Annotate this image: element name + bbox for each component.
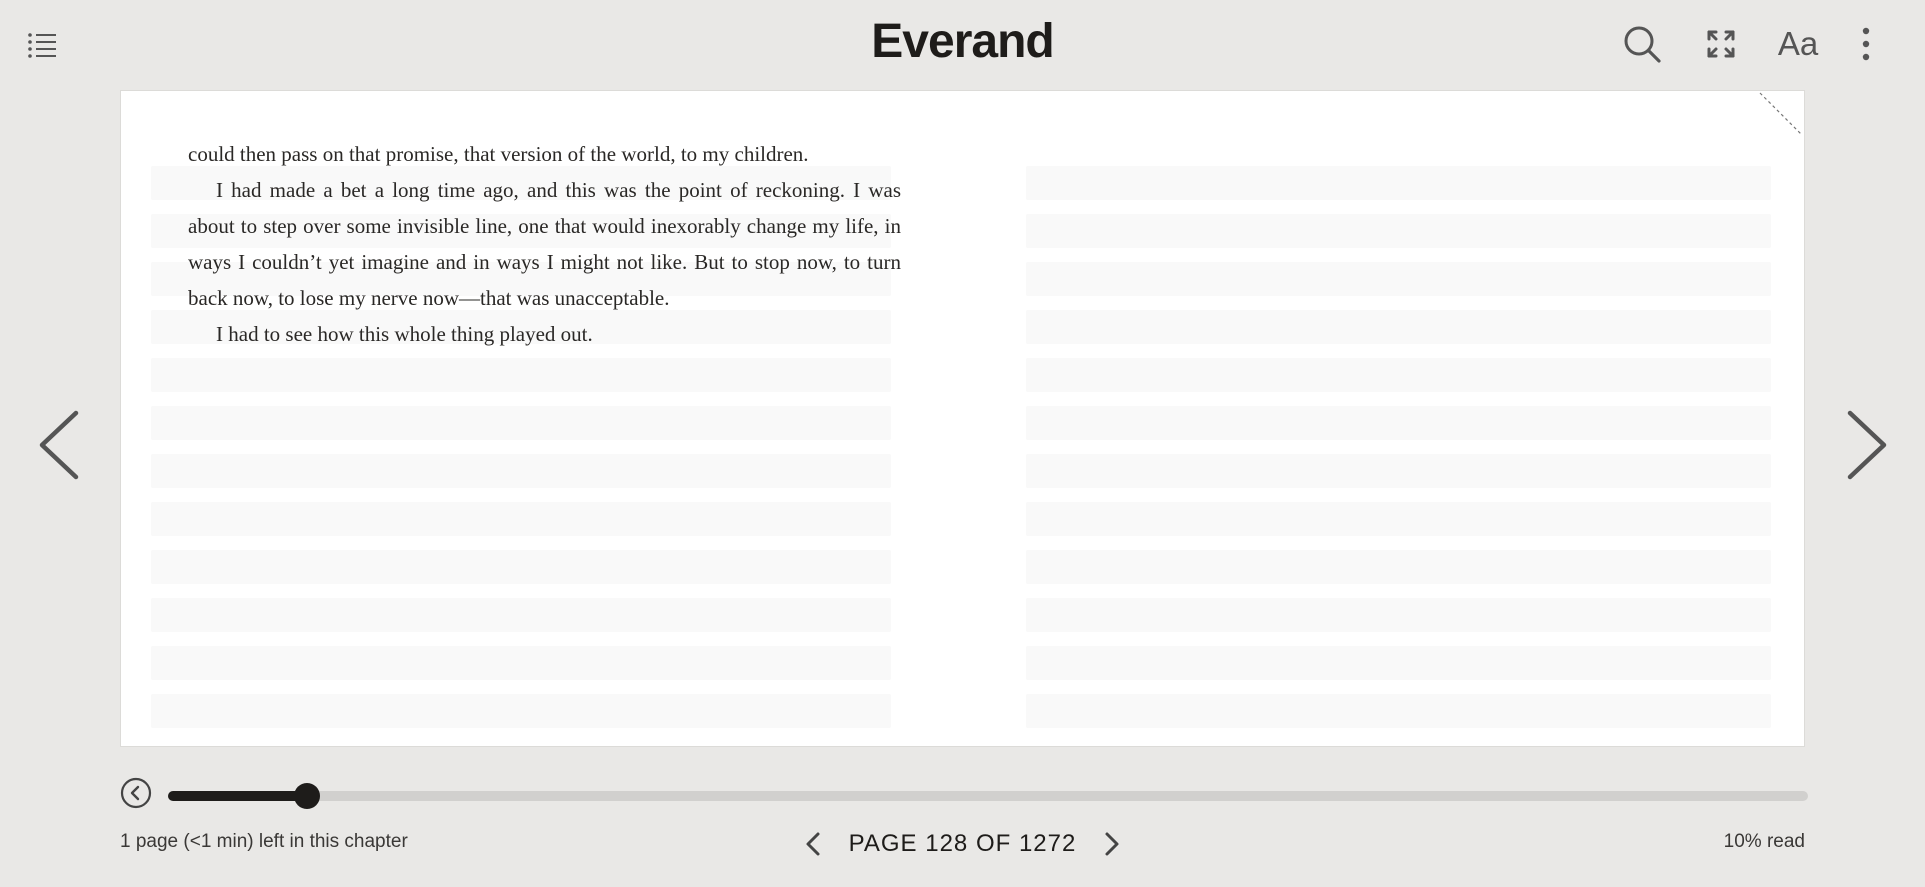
reader-header: Everand Aa	[0, 0, 1925, 88]
bookmark-corner[interactable]	[1758, 91, 1804, 137]
font-settings-button[interactable]: Aa	[1776, 22, 1820, 66]
progress-fill	[168, 791, 308, 801]
chevron-left-icon	[39, 410, 79, 480]
search-button[interactable]	[1620, 22, 1664, 66]
next-page-button[interactable]	[1099, 828, 1125, 860]
next-page-arrow[interactable]	[1840, 405, 1890, 485]
font-settings-label: Aa	[1777, 25, 1819, 62]
read-percentage: 10% read	[1723, 831, 1805, 852]
paragraph: I had made a bet a long time ago, and th…	[188, 178, 901, 310]
more-options-button[interactable]	[1844, 22, 1888, 66]
book-page: could then pass on that promise, that ve…	[120, 90, 1805, 747]
chevron-right-icon	[1847, 410, 1887, 480]
reading-progress-slider[interactable]	[168, 783, 1808, 809]
previous-page-arrow[interactable]	[36, 405, 86, 485]
fullscreen-button[interactable]	[1699, 22, 1743, 66]
expand-icon	[1707, 30, 1735, 58]
chevron-right-icon	[1105, 832, 1119, 856]
back-circle-icon	[120, 777, 152, 809]
page-text-column: could then pass on that promise, that ve…	[188, 136, 901, 352]
progress-thumb[interactable]	[294, 783, 321, 809]
search-icon	[1624, 26, 1661, 63]
page-navigation: PAGE 128 OF 1272	[0, 824, 1925, 864]
back-to-previous-location-button[interactable]	[120, 777, 152, 809]
page-indicator: PAGE 128 OF 1272	[848, 830, 1077, 857]
paragraph: I had to see how this whole thing played…	[216, 322, 593, 346]
more-vertical-icon	[1862, 27, 1870, 61]
paragraph: could then pass on that promise, that ve…	[188, 142, 809, 166]
